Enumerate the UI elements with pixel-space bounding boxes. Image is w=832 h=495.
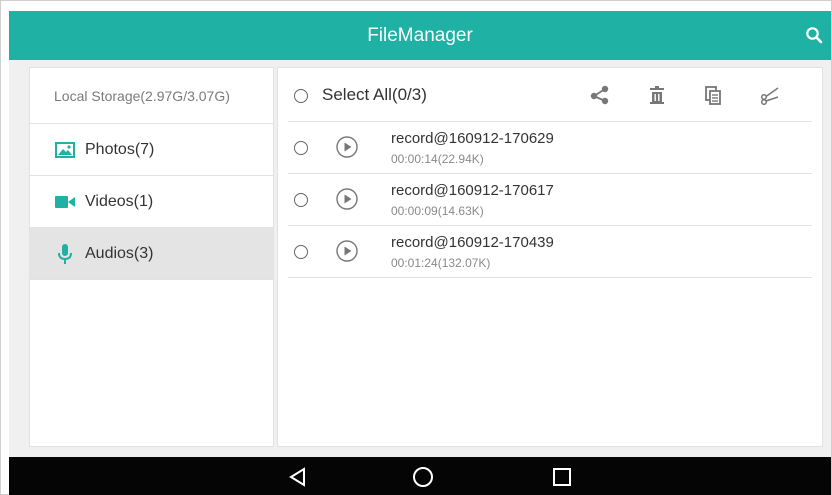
photo-icon — [54, 139, 76, 161]
play-icon[interactable] — [336, 240, 358, 262]
select-all-label[interactable]: Select All(0/3) — [322, 68, 427, 122]
play-icon[interactable] — [336, 188, 358, 210]
back-icon[interactable] — [286, 465, 310, 489]
sidebar-item-label: Audios(3) — [85, 244, 154, 262]
list-header: Select All(0/3) — [288, 68, 812, 122]
file-meta: 00:00:09(14.63K) — [391, 204, 484, 218]
file-name: record@160912-170629 — [391, 130, 554, 147]
file-meta: 00:00:14(22.94K) — [391, 152, 484, 166]
copy-icon[interactable] — [703, 85, 723, 105]
file-name: record@160912-170439 — [391, 234, 554, 251]
sidebar-item-label: Photos(7) — [85, 140, 155, 158]
app-title: FileManager — [367, 25, 473, 46]
file-meta: 00:01:24(132.07K) — [391, 256, 491, 270]
play-icon[interactable] — [336, 136, 358, 158]
title-bar: FileManager — [9, 11, 831, 60]
sidebar-item-label: Videos(1) — [85, 192, 154, 210]
recents-icon[interactable] — [550, 465, 574, 489]
select-radio[interactable] — [294, 245, 308, 259]
delete-icon[interactable] — [647, 85, 667, 105]
storage-info: Local Storage(2.97G/3.07G) — [30, 68, 273, 124]
navigation-bar — [9, 457, 831, 495]
select-radio[interactable] — [294, 141, 308, 155]
cut-icon[interactable] — [760, 85, 780, 105]
list-item[interactable]: record@160912-170629 00:00:14(22.94K) — [288, 122, 812, 174]
content-area: Local Storage(2.97G/3.07G) Photos(7) Vid… — [9, 60, 831, 457]
search-icon[interactable] — [805, 26, 823, 44]
share-icon[interactable] — [590, 85, 610, 105]
file-list-panel: Select All(0/3) record@160912-170629 00:… — [277, 67, 823, 447]
sidebar-item-videos[interactable]: Videos(1) — [30, 176, 273, 228]
select-all-radio[interactable] — [294, 89, 308, 103]
sidebar-item-audios[interactable]: Audios(3) — [30, 228, 273, 280]
select-radio[interactable] — [294, 193, 308, 207]
file-name: record@160912-170617 — [391, 182, 554, 199]
sidebar: Local Storage(2.97G/3.07G) Photos(7) Vid… — [29, 67, 274, 447]
list-item[interactable]: record@160912-170617 00:00:09(14.63K) — [288, 174, 812, 226]
microphone-icon — [54, 243, 76, 265]
list-item[interactable]: record@160912-170439 00:01:24(132.07K) — [288, 226, 812, 278]
video-camera-icon — [54, 191, 76, 213]
app-frame: FileManager Local Storage(2.97G/3.07G) P… — [0, 0, 832, 495]
home-icon[interactable] — [411, 465, 435, 489]
sidebar-item-photos[interactable]: Photos(7) — [30, 124, 273, 176]
